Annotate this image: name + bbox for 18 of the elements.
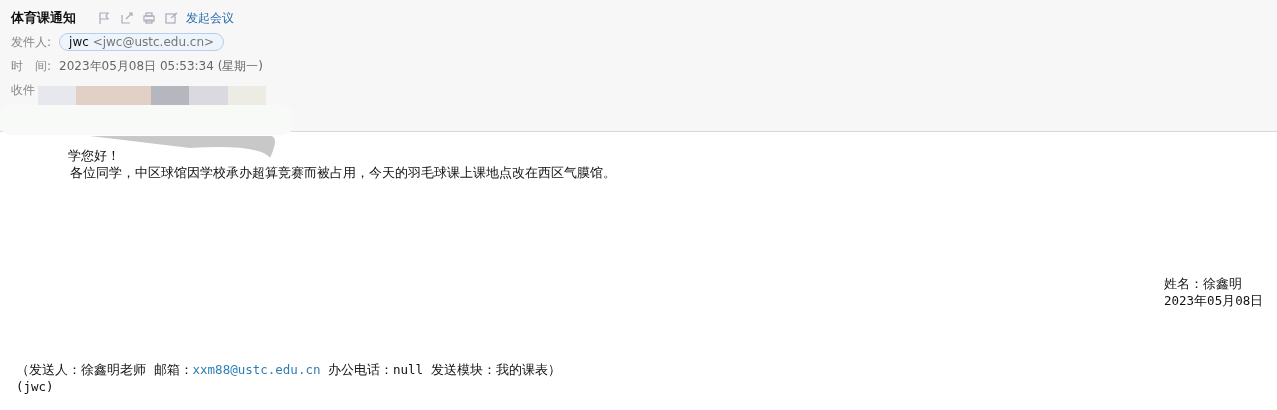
message-paragraph: 各位同学，中区球馆因学校承办超算竞赛而被占用，今天的羽毛球课上课地点改在西区气膜馆。 bbox=[69, 165, 617, 182]
share-icon[interactable] bbox=[164, 11, 178, 25]
print-icon[interactable] bbox=[142, 11, 156, 25]
email-subject: 体育课通知 bbox=[11, 9, 76, 27]
sender-label: 发件人: bbox=[11, 33, 52, 51]
time-label: 时 间: bbox=[11, 57, 52, 75]
recipient-label: 收件 bbox=[11, 81, 35, 99]
start-meeting-link[interactable]: 发起会议 bbox=[186, 9, 234, 27]
sender-id-text: (jwc) bbox=[15, 379, 55, 394]
flag-icon[interactable] bbox=[98, 11, 112, 25]
signature-line: 2023年05月08日 bbox=[1164, 293, 1264, 310]
export-icon[interactable] bbox=[120, 11, 134, 25]
signature-line: 姓名：徐鑫明 bbox=[1164, 276, 1242, 293]
time-value: 2023年05月08日 05:53:34 (星期一) bbox=[59, 57, 263, 75]
sender-info-text: （发送人：徐鑫明老师 邮箱：xxm88@ustc.edu.cn 办公电话：null 发送模块：我的课表） bbox=[15, 362, 562, 379]
greeting-text: 学您好！ bbox=[67, 148, 121, 165]
sender-chip[interactable]: jwc <jwc@ustc.edu.cn> bbox=[59, 33, 225, 51]
email-link[interactable]: xxm88@ustc.edu.cn bbox=[192, 362, 321, 377]
